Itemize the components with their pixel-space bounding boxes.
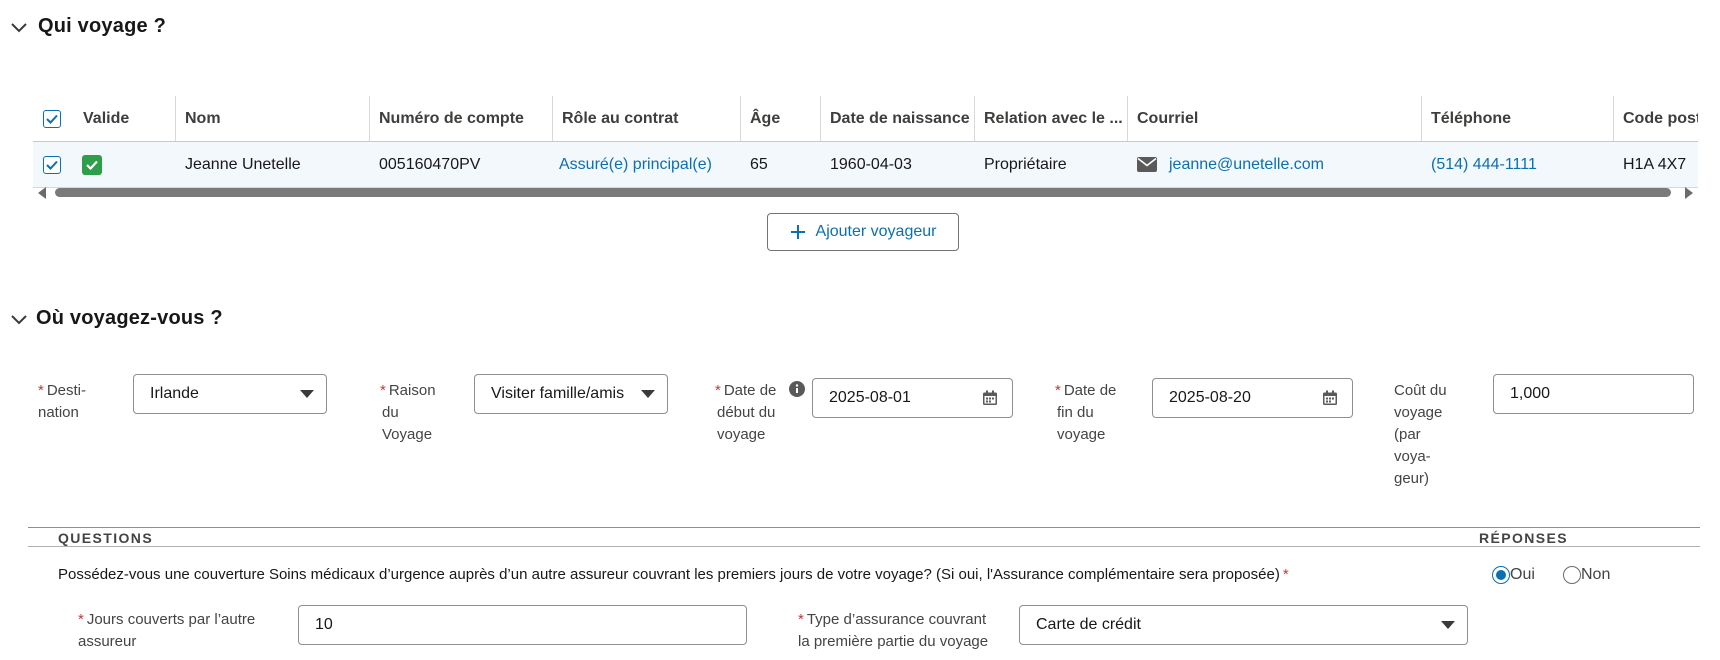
header-age[interactable]: Âge [740,96,820,141]
jours-couverts-input[interactable]: 10 [298,605,747,645]
dropdown-arrow-icon [641,390,655,398]
header-numero-compte[interactable]: Numéro de compte [369,96,552,141]
header-valide[interactable]: Valide [73,96,175,141]
type-assurance-select[interactable]: Carte de crédit [1019,605,1468,645]
add-traveler-label: Ajouter voyageur [815,223,937,240]
divider [28,527,1700,528]
raison-select[interactable]: Visiter famille/amis [474,374,668,414]
divider [28,546,1700,547]
date-debut-input[interactable]: 2025-08-01 [812,378,1013,418]
question-text: Possédez-vous une couverture Soins médic… [58,566,1289,583]
header-role[interactable]: Rôle au contrat [552,96,740,141]
table-row[interactable]: Jeanne Unetelle 005160470PV Assuré(e) pr… [33,142,1698,188]
chevron-down-icon [11,22,27,32]
table-header-row: Valide Nom Numéro de compte Rôle au cont… [33,96,1698,142]
header-courriel[interactable]: Courriel [1127,96,1421,141]
add-traveler-button[interactable]: Ajouter voyageur [767,213,959,251]
row-select-checkbox[interactable] [33,142,73,187]
radio-non[interactable]: Non [1563,566,1610,584]
radio-oui[interactable]: Oui [1492,566,1535,584]
section-title: Qui voyage ? [38,15,166,37]
calendar-icon[interactable] [982,390,998,406]
date-fin-label: * Date de fin du voyage [1055,382,1117,443]
plus-icon [790,225,805,239]
header-nom[interactable]: Nom [175,96,369,141]
header-relation[interactable]: Relation avec le ... [974,96,1127,141]
scroll-right-icon[interactable] [1685,187,1693,199]
check-icon [46,114,58,124]
cell-courriel: jeanne@unetelle.com [1127,142,1421,187]
cell-relation: Propriétaire [984,155,1067,173]
section-title: Où voyagez-vous ? [36,307,223,329]
raison-label: * Raison du Voyage [380,382,436,443]
reponses-header: RÉPONSES [1479,530,1568,546]
scrollbar-thumb[interactable] [55,188,1671,197]
select-all-checkbox[interactable] [33,96,73,141]
header-code-postal[interactable]: Code postal [1613,96,1698,141]
radio-non-control[interactable] [1563,566,1581,584]
travelers-table: Valide Nom Numéro de compte Rôle au cont… [33,96,1698,188]
cell-age: 65 [750,155,768,173]
cout-label: Coût du voyage (par voya- geur) [1394,382,1447,487]
type-assurance-label: * Type d’assurance couvrant la première p… [798,611,989,650]
header-date-naissance[interactable]: Date de naissance [820,96,974,141]
dropdown-arrow-icon [1441,621,1455,629]
check-icon [46,160,58,170]
jours-couverts-label: * Jours couverts par l’autre assureur [78,611,256,650]
date-fin-input[interactable]: 2025-08-20 [1152,378,1353,418]
info-icon[interactable] [789,381,805,397]
cell-code-postal: H1A 4X7 [1623,155,1687,173]
header-telephone[interactable]: Téléphone [1421,96,1613,141]
horizontal-scrollbar[interactable] [33,186,1698,199]
cell-role-link[interactable]: Assuré(e) principal(e) [552,142,740,187]
scroll-left-icon[interactable] [38,187,46,199]
cout-input[interactable]: 1,000 [1493,374,1694,414]
chevron-down-icon [11,314,27,324]
phone-link[interactable]: (514) 444-1111 [1421,142,1613,187]
radio-oui-control[interactable] [1492,566,1510,584]
cell-compte: 005160470PV [379,155,481,173]
email-icon [1137,157,1157,172]
section-ou-voyagez-toggle[interactable]: Où voyagez-vous ? [10,307,223,330]
cell-naissance: 1960-04-03 [830,155,912,173]
email-link[interactable]: jeanne@unetelle.com [1169,156,1324,174]
valide-status [73,142,175,187]
section-qui-voyage-toggle[interactable]: Qui voyage ? [10,15,166,38]
calendar-icon[interactable] [1322,390,1338,406]
destination-select[interactable]: Irlande [133,374,327,414]
destination-label: * Desti- nation [38,382,87,421]
cell-nom: Jeanne Unetelle [185,155,301,173]
check-icon [86,160,98,170]
questions-header: QUESTIONS [58,530,154,546]
dropdown-arrow-icon [300,390,314,398]
